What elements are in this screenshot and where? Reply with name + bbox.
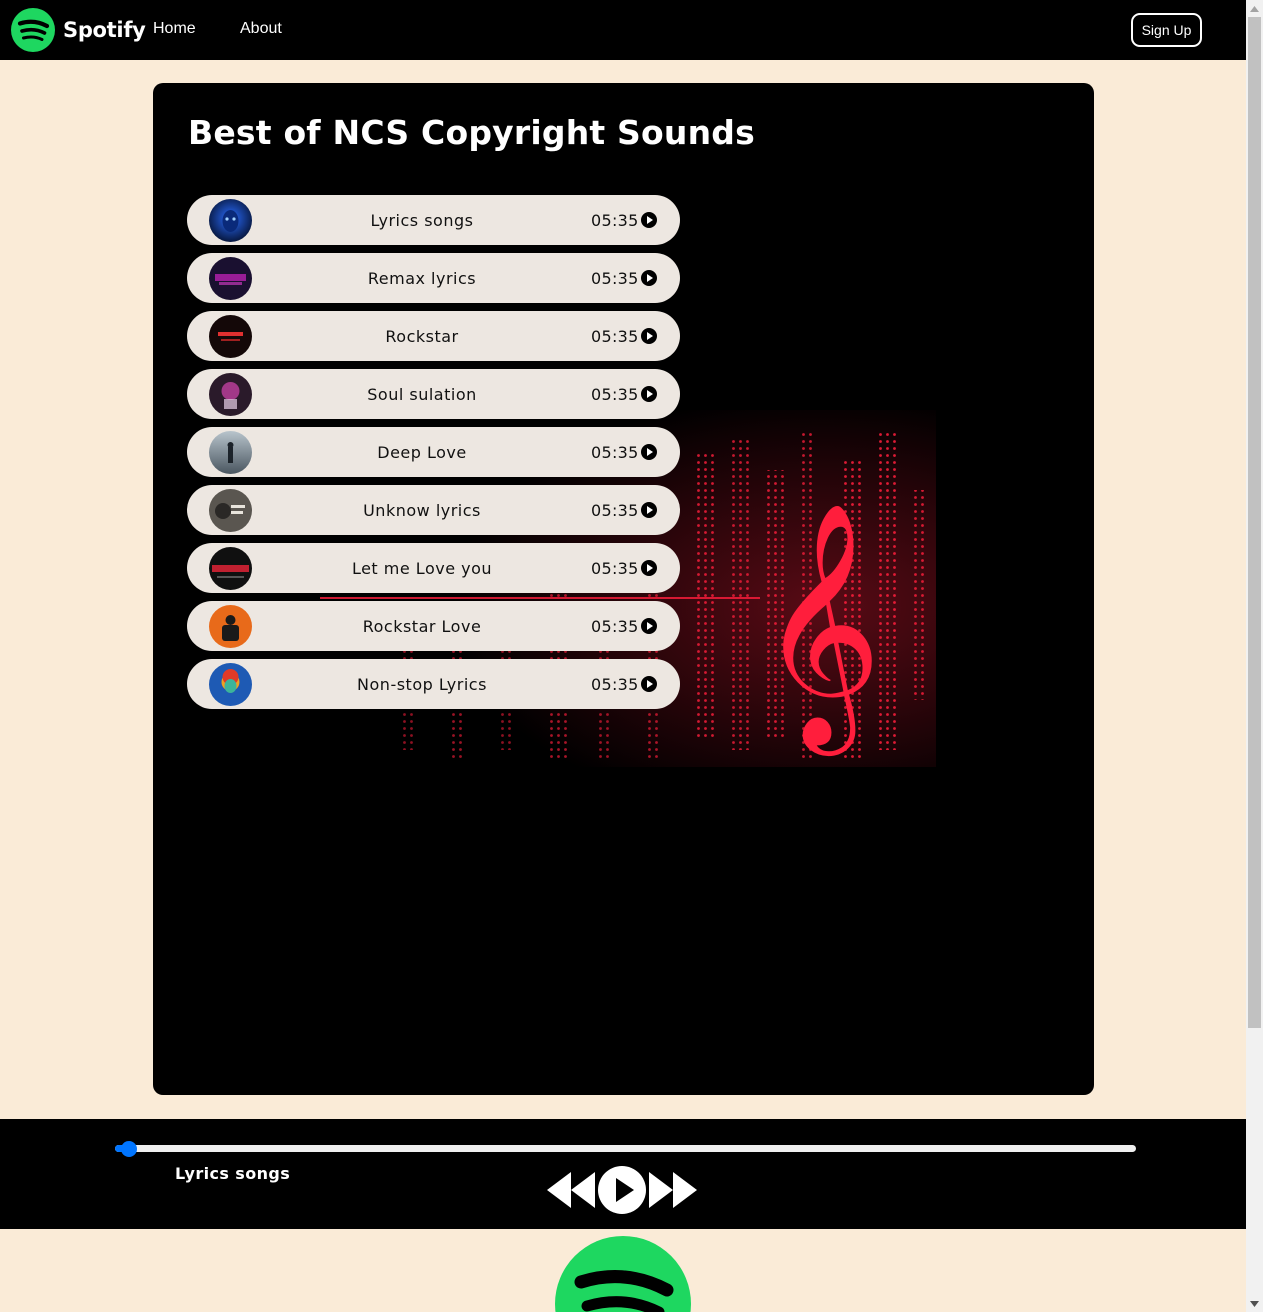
song-name: Non-stop Lyrics (357, 674, 487, 694)
song-name: Remax lyrics (367, 268, 477, 288)
song-item[interactable]: Lyrics songs 05:35 (187, 195, 680, 245)
playlist-container: 𝄞 Best of NCS Copyright Sounds Lyrics so… (153, 83, 1094, 1095)
play-circle-icon[interactable] (640, 501, 658, 519)
brand-name[interactable]: Spotify (63, 18, 146, 42)
song-duration: 05:35 (591, 674, 639, 694)
song-name: Lyrics songs (370, 210, 474, 230)
song-name: Unknow lyrics (363, 500, 481, 520)
song-name: Soul sulation (367, 384, 477, 404)
play-icon[interactable] (597, 1165, 647, 1215)
previous-icon[interactable] (545, 1168, 597, 1212)
play-circle-icon[interactable] (640, 617, 658, 635)
spotify-logo-large-icon (555, 1236, 691, 1312)
scroll-down-arrow-icon[interactable] (1246, 1295, 1263, 1312)
song-duration: 05:35 (591, 500, 639, 520)
player-bar: Lyrics songs (0, 1119, 1246, 1229)
next-icon[interactable] (647, 1168, 699, 1212)
song-item[interactable]: Non-stop Lyrics 05:35 (187, 659, 680, 709)
now-playing-title: Lyrics songs (175, 1164, 291, 1183)
song-duration: 05:35 (591, 616, 639, 636)
progress-thumb[interactable] (121, 1141, 138, 1157)
play-circle-icon[interactable] (640, 385, 658, 403)
signup-button[interactable]: Sign Up (1131, 13, 1202, 47)
scroll-thumb[interactable] (1248, 17, 1261, 1028)
song-duration: 05:35 (591, 210, 639, 230)
song-item[interactable]: Deep Love 05:35 (187, 427, 680, 477)
play-circle-icon[interactable] (640, 675, 658, 693)
song-name: Rockstar Love (362, 616, 482, 636)
play-circle-icon[interactable] (640, 327, 658, 345)
scroll-up-arrow-icon[interactable] (1246, 0, 1263, 17)
play-circle-icon[interactable] (640, 211, 658, 229)
song-item[interactable]: Rockstar 05:35 (187, 311, 680, 361)
playlist-title: Best of NCS Copyright Sounds (188, 113, 755, 152)
spotify-logo-icon[interactable] (11, 8, 55, 52)
svg-text:𝄞: 𝄞 (758, 500, 882, 756)
song-list: Lyrics songs 05:35 Remax lyrics 05:35 Ro… (187, 195, 680, 717)
song-duration: 05:35 (591, 268, 639, 288)
song-duration: 05:35 (591, 326, 639, 346)
brand[interactable]: Spotify (11, 8, 146, 52)
page-scrollbar[interactable] (1246, 0, 1263, 1312)
song-item[interactable]: Remax lyrics 05:35 (187, 253, 680, 303)
nav-home-link[interactable]: Home (153, 20, 196, 38)
player-controls (545, 1165, 699, 1215)
song-item[interactable]: Rockstar Love 05:35 (187, 601, 680, 651)
navbar: Spotify Home About Sign Up (0, 0, 1246, 60)
song-name: Deep Love (377, 442, 467, 462)
nav-about-link[interactable]: About (240, 20, 282, 38)
song-duration: 05:35 (591, 558, 639, 578)
song-duration: 05:35 (591, 384, 639, 404)
play-circle-icon[interactable] (640, 443, 658, 461)
song-name: Rockstar (385, 326, 459, 346)
song-duration: 05:35 (591, 442, 639, 462)
song-name: Let me Love you (351, 558, 493, 578)
play-circle-icon[interactable] (640, 559, 658, 577)
progress-slider[interactable] (115, 1141, 1136, 1157)
song-item[interactable]: Unknow lyrics 05:35 (187, 485, 680, 535)
song-item[interactable]: Let me Love you 05:35 (187, 543, 680, 593)
play-circle-icon[interactable] (640, 269, 658, 287)
song-item[interactable]: Soul sulation 05:35 (187, 369, 680, 419)
